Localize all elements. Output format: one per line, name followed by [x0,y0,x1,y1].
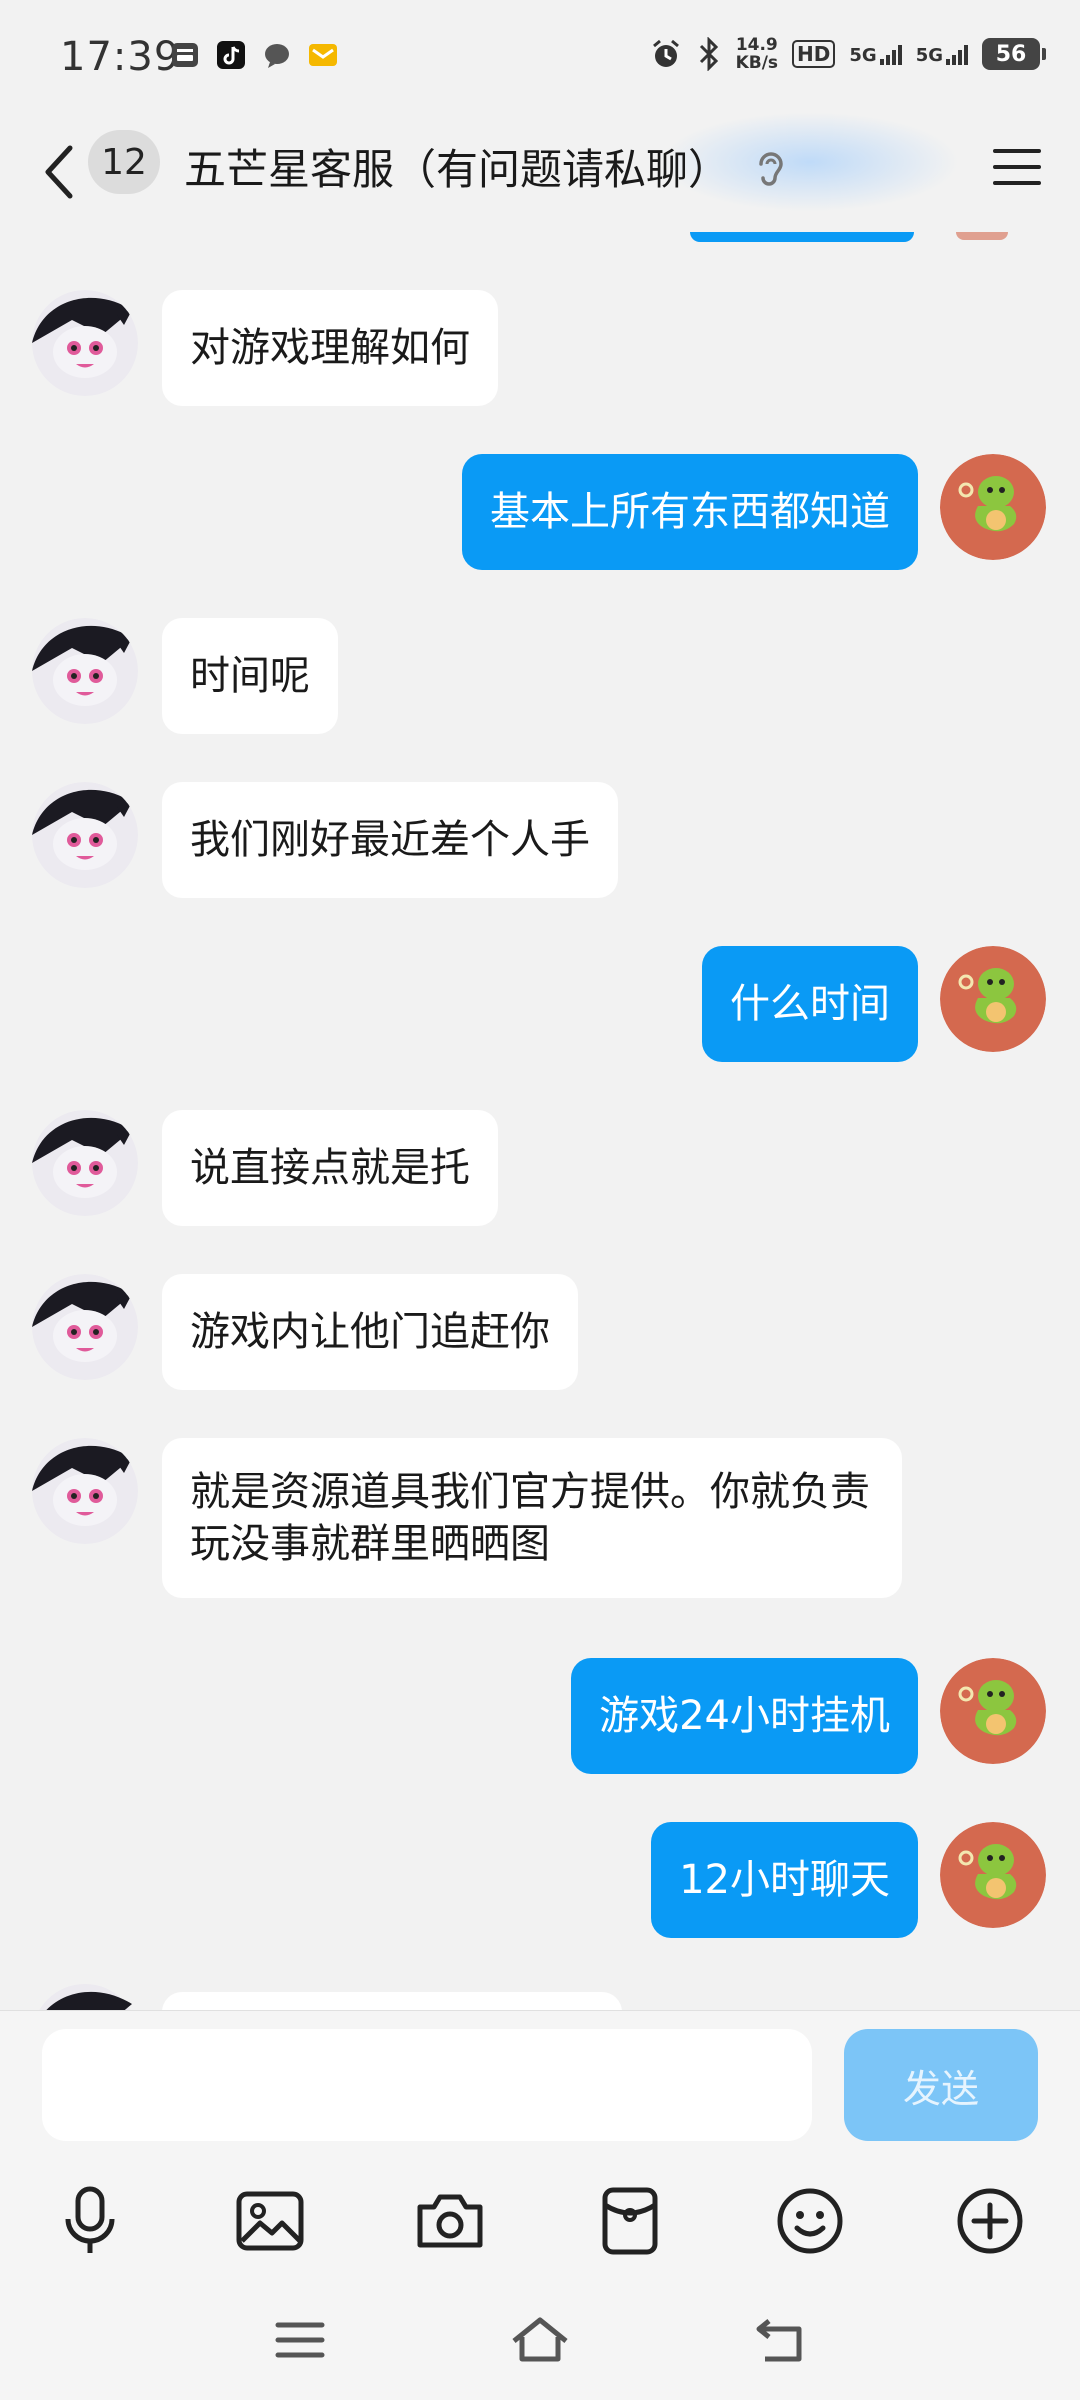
message-bubble[interactable]: 什么时间 [702,946,918,1062]
hamburger-icon [993,149,1041,185]
contact-avatar[interactable] [32,290,138,396]
cartoon-face-avatar-icon [32,618,138,724]
hd-voice-badge: HD [792,40,836,68]
tiktok-icon [216,40,246,70]
red-packet-icon [602,2187,658,2255]
mail-icon [308,40,338,70]
red-packet-button[interactable] [594,2185,666,2257]
back-button[interactable] [28,130,88,214]
status-app-icons [170,40,338,70]
camera-icon [417,2194,483,2248]
system-navigation-bar [0,2280,1080,2400]
snake-avatar-icon [940,1822,1046,1928]
contact-avatar[interactable] [32,1110,138,1216]
user-avatar[interactable] [940,1658,1046,1764]
more-options-button[interactable] [954,2185,1026,2257]
cartoon-face-avatar-icon [32,1274,138,1380]
sim1-signal: 5G [849,43,902,65]
message-list[interactable]: 对游戏理解如何 基本上所有东西都知道 时间呢 我们刚好最近差个人手 什么时间 说… [0,232,1080,2010]
network-speed: 14.9 KB/s [735,35,779,73]
emoji-icon [777,2188,843,2254]
home-icon [512,2317,568,2362]
more-menu-button[interactable] [982,132,1052,202]
chat-bubble-icon [262,40,292,70]
cartoon-face-avatar-icon [32,290,138,396]
microphone-icon [65,2186,115,2253]
back-icon [756,2319,802,2362]
message-bubble[interactable]: 我们刚好最近差个人手 [162,782,618,898]
contact-avatar[interactable] [32,782,138,888]
snake-avatar-icon [940,1658,1046,1764]
contact-avatar[interactable] [32,1438,138,1544]
contact-avatar[interactable] [32,1274,138,1380]
ear-icon[interactable] [752,144,790,194]
unread-count-badge[interactable]: 12 [88,130,160,194]
message-bubble[interactable]: 12小时聊天 [651,1822,918,1938]
message-bubble-partial [162,1992,622,2010]
alarm-icon [652,39,679,67]
emoji-button[interactable] [774,2185,846,2257]
cartoon-face-avatar-icon [39,1984,132,2010]
contact-avatar[interactable] [32,618,138,724]
cartoon-face-avatar-icon [32,1438,138,1544]
message-bubble[interactable]: 基本上所有东西都知道 [462,454,918,570]
snake-avatar-icon [940,454,1046,560]
chevron-left-icon [45,145,73,199]
previous-message-bubble [690,232,914,242]
back-nav-button[interactable] [752,2310,812,2370]
previous-message-avatar [956,232,1008,240]
image-icon [236,2191,304,2251]
bluetooth-icon [699,37,718,71]
chat-header: 12 五芒星客服（有问题请私聊） [0,112,1080,232]
user-avatar[interactable] [940,946,1046,1052]
user-avatar[interactable] [940,1822,1046,1928]
voice-button[interactable] [54,2185,126,2257]
cartoon-face-avatar-icon [32,782,138,888]
send-button[interactable]: 发送 [844,2029,1038,2141]
image-button[interactable] [234,2185,306,2257]
battery-indicator: 56 [982,38,1046,70]
compose-toolbar [0,2161,1080,2271]
plus-icon [957,2188,1023,2254]
message-bubble[interactable]: 就是资源道具我们官方提供。你就负责玩没事就群里晒晒图 [162,1438,902,1598]
message-bubble[interactable]: 游戏内让他门追赶你 [162,1274,578,1390]
contact-avatar[interactable] [32,1984,138,2010]
status-right: 14.9 KB/s HD 5G 5G 56 [650,35,1046,73]
signal-bars-icon [879,43,902,65]
chat-screen: 17:39 14.9 KB/s HD 5G 5G 56 12 五芒星客服（有问题… [0,0,1080,2400]
status-time: 17:39 [60,34,181,80]
sim2-signal: 5G [916,43,968,65]
snake-avatar-icon [940,946,1046,1052]
signal-bars-icon [946,43,968,65]
recent-apps-button[interactable] [270,2310,330,2370]
message-bubble[interactable]: 时间呢 [162,618,338,734]
message-bubble[interactable]: 说直接点就是托 [162,1110,498,1226]
status-bar: 17:39 14.9 KB/s HD 5G 5G 56 [0,0,1080,112]
cartoon-face-avatar-icon [32,1110,138,1216]
message-bubble[interactable]: 游戏24小时挂机 [571,1658,918,1774]
message-input[interactable] [42,2029,812,2141]
chat-title[interactable]: 五芒星客服（有问题请私聊） [184,136,730,197]
home-button[interactable] [510,2310,570,2370]
user-avatar[interactable] [940,454,1046,560]
message-bubble[interactable]: 对游戏理解如何 [162,290,498,406]
menu-icon [275,2322,325,2358]
sms-box-icon [170,40,200,70]
camera-button[interactable] [414,2185,486,2257]
